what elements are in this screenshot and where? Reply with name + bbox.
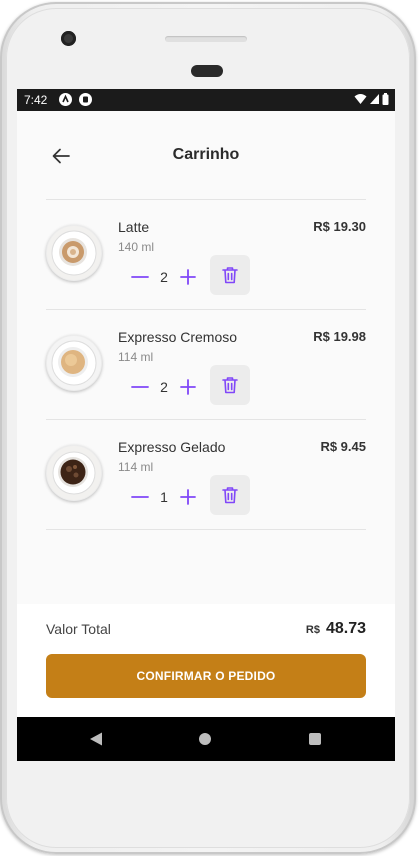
- total-value: R$ 48.73: [306, 620, 366, 638]
- trash-icon: [222, 267, 238, 284]
- increase-quantity-button[interactable]: [176, 485, 200, 509]
- total-label: Valor Total: [46, 621, 111, 637]
- expresso-cremoso-image: [46, 335, 102, 391]
- cart-item: Latte 140 ml R$ 19.30 2: [46, 199, 366, 309]
- wifi-icon: [354, 94, 367, 104]
- trash-icon: [222, 377, 238, 394]
- phone-speaker-grille: [165, 36, 247, 42]
- nav-back-icon[interactable]: [89, 732, 103, 746]
- remove-item-button[interactable]: [210, 475, 250, 515]
- minus-icon: [131, 496, 149, 498]
- minus-icon: [131, 386, 149, 388]
- nav-recent-apps-icon[interactable]: [309, 733, 321, 745]
- increase-quantity-button[interactable]: [176, 265, 200, 289]
- item-price: R$ 19.30: [313, 219, 366, 234]
- phone-earpiece: [191, 65, 223, 77]
- expresso-gelado-image: [46, 445, 102, 501]
- item-size: 114 ml: [118, 350, 154, 364]
- plus-icon: [180, 269, 196, 285]
- item-name: Latte: [118, 219, 150, 235]
- item-size: 140 ml: [118, 240, 155, 254]
- increase-quantity-button[interactable]: [176, 375, 200, 399]
- status-time: 7:42: [24, 93, 48, 107]
- remove-item-button[interactable]: [210, 255, 250, 295]
- quantity-value: 2: [160, 269, 168, 285]
- quantity-stepper: 2: [128, 257, 200, 297]
- cart-item: Expresso Cremoso 114 ml R$ 19.98 2: [46, 309, 366, 419]
- quantity-value: 2: [160, 379, 168, 395]
- item-price: R$ 19.98: [313, 329, 366, 344]
- cart-footer: Valor Total R$ 48.73 CONFIRMAR O PEDIDO: [17, 604, 395, 717]
- quantity-stepper: 2: [128, 367, 200, 407]
- confirm-order-button[interactable]: CONFIRMAR O PEDIDO: [46, 654, 366, 698]
- notification-icon: [59, 93, 72, 106]
- divider: [46, 529, 366, 530]
- latte-image: [46, 225, 102, 281]
- decrease-quantity-button[interactable]: [128, 265, 152, 289]
- nav-home-icon[interactable]: [199, 733, 211, 745]
- status-bar: 7:42: [17, 89, 395, 111]
- item-size: 114 ml: [118, 460, 154, 474]
- item-name: Expresso Cremoso: [118, 329, 238, 345]
- phone-frame: 7:42 Carrinho Latte 140 ml R$ 19.30 2 Ex…: [0, 2, 416, 854]
- battery-icon: [382, 93, 389, 105]
- quantity-stepper: 1: [128, 477, 200, 517]
- minus-icon: [131, 276, 149, 278]
- app-header: Carrinho: [17, 111, 395, 199]
- item-price: R$ 9.45: [320, 439, 366, 454]
- decrease-quantity-button[interactable]: [128, 485, 152, 509]
- android-navigation-bar: [17, 717, 395, 761]
- trash-icon: [222, 487, 238, 504]
- total-amount: 48.73: [325, 620, 366, 637]
- plus-icon: [180, 489, 196, 505]
- remove-item-button[interactable]: [210, 365, 250, 405]
- total-currency: R$: [305, 624, 320, 636]
- signal-icon: [370, 94, 379, 104]
- front-camera: [61, 31, 76, 46]
- page-title: Carrinho: [172, 146, 240, 163]
- app-screen: 7:42 Carrinho Latte 140 ml R$ 19.30 2 Ex…: [17, 89, 395, 761]
- decrease-quantity-button[interactable]: [128, 375, 152, 399]
- status-right-icons: [354, 93, 389, 105]
- item-name: Expresso Gelado: [118, 439, 226, 455]
- cart-item: Expresso Gelado 114 ml R$ 9.45 1: [46, 419, 366, 529]
- plus-icon: [180, 379, 196, 395]
- app-notification-icon: [79, 93, 92, 106]
- quantity-value: 1: [160, 489, 168, 505]
